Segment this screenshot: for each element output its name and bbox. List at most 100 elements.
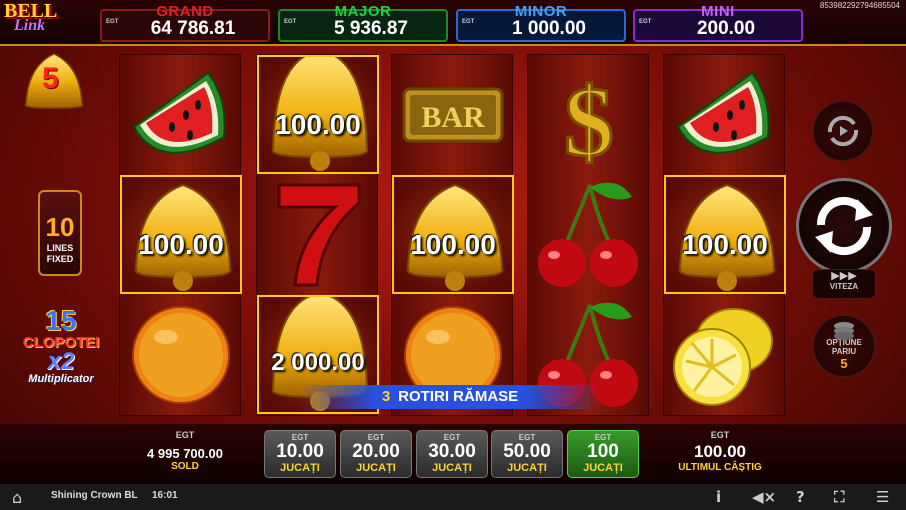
bet-options-button[interactable]: OPȚIUNE PARIU 5 — [812, 314, 876, 378]
last-win-label: ULTIMUL CÂȘTIG — [678, 462, 762, 473]
symbol-watermelon — [664, 55, 786, 174]
spin-button[interactable] — [796, 178, 892, 274]
remaining-spins-bar: 3 ROTIRI RĂMASE — [300, 385, 600, 409]
dollar-icon: $ — [563, 65, 616, 175]
last-win-egt-label: EGT — [710, 430, 730, 440]
jackpot-bar: BELL Link EGT GRAND 64 786.81 EGT MAJOR … — [0, 0, 906, 46]
bet-button-50[interactable]: EGT 50.00 JUCAȚI — [491, 430, 563, 478]
bet-button-20[interactable]: EGT 20.00 JUCAȚI — [340, 430, 412, 478]
speed-button[interactable]: ▶▶▶ VITEZA — [812, 269, 876, 299]
sound-muted-icon[interactable]: ◀× — [752, 488, 776, 506]
bar-label: BAR — [421, 101, 485, 134]
menu-icon[interactable]: ☰ — [876, 488, 889, 506]
game-logo: BELL Link — [4, 0, 64, 46]
balance-display: EGT 4 995 700.00 SOLD — [120, 430, 250, 472]
autoplay-button[interactable] — [812, 100, 874, 162]
remaining-spins-count: 3 — [381, 388, 391, 405]
lines-number: 10 — [45, 212, 75, 242]
bet-label: JUCAȚI — [356, 462, 396, 474]
bet-amount: 30.00 — [428, 441, 476, 462]
session-id: 853982292794685504 — [819, 1, 900, 10]
prize-value: 2 000.00 — [271, 349, 365, 376]
last-win-amount: 100.00 — [694, 442, 746, 461]
lines-label: LINES — [46, 243, 74, 253]
bet-options-value: 5 — [840, 356, 848, 371]
bet-options-label: PARIU — [831, 347, 857, 356]
symbol-bell-prize: 100.00 — [664, 175, 786, 294]
bet-button-100-active[interactable]: EGT 100 JUCAȚI — [567, 430, 639, 478]
bet-label: JUCAȚI — [280, 462, 320, 474]
game-stage: BELL Link EGT GRAND 64 786.81 EGT MAJOR … — [0, 0, 906, 510]
promo-multiplier: x2 — [47, 348, 75, 375]
info-icon[interactable]: i — [716, 488, 721, 506]
last-win-display: EGT 100.00 ULTIMUL CÂȘTIG — [660, 430, 780, 473]
jackpot-mini: EGT MINI 200.00 — [633, 3, 803, 42]
symbol-seven — [257, 175, 379, 294]
jackpot-value: 64 786.81 — [150, 18, 236, 39]
bet-amount: 20.00 — [352, 441, 400, 462]
promo-number: 15 — [45, 305, 77, 336]
balance-egt-label: EGT — [175, 430, 195, 440]
reel-3: BAR 100.00 — [391, 54, 514, 416]
symbol-bar: BAR — [392, 55, 514, 174]
bet-amount: 50.00 — [503, 441, 551, 462]
bet-label: JUCAȚI — [583, 462, 623, 474]
jackpot-minor: EGT MINOR 1 000.00 — [456, 3, 626, 42]
bet-amount: 100 — [587, 441, 619, 462]
fullscreen-icon[interactable]: ⛶ — [834, 488, 845, 506]
symbol-lemon — [664, 295, 786, 414]
help-icon[interactable]: ? — [796, 488, 805, 506]
autoplay-icon — [827, 115, 859, 147]
orange-icon — [132, 306, 230, 404]
balance-amount: 4 995 700.00 — [147, 446, 223, 461]
bell-counter-value: 5 — [42, 62, 59, 95]
jackpot-major: EGT MAJOR 5 936.87 — [278, 3, 448, 42]
watermelon-icon — [132, 71, 226, 154]
cherry-icon — [538, 182, 638, 287]
balance-label: SOLD — [171, 461, 199, 472]
bottom-panel: EGT 4 995 700.00 SOLD EGT 10.00 JUCAȚI E… — [0, 424, 906, 484]
prize-value: 100.00 — [410, 229, 496, 260]
lemon-icon — [673, 308, 773, 406]
coins-icon — [834, 322, 854, 340]
reel-4: $ — [527, 54, 649, 416]
remaining-spins-label: ROTIRI RĂMASE — [398, 388, 519, 405]
symbol-orange — [120, 295, 242, 414]
seven-icon — [277, 183, 361, 287]
symbol-watermelon — [120, 55, 242, 174]
bet-amount: 10.00 — [276, 441, 324, 462]
symbol-dollar: $ — [528, 55, 650, 175]
lines-fixed-indicator: 10 LINES FIXED — [38, 190, 82, 276]
home-icon[interactable]: ⌂ — [12, 488, 22, 507]
speed-label: VITEZA — [829, 282, 859, 291]
symbol-cherry — [528, 175, 650, 294]
symbol-bell-prize: 100.00 — [120, 175, 242, 294]
bet-button-10[interactable]: EGT 10.00 JUCAȚI — [264, 430, 336, 478]
bar-icon: BAR — [402, 87, 504, 143]
jackpot-value: 1 000.00 — [512, 18, 586, 39]
prize-value: 100.00 — [138, 229, 224, 260]
fixed-label: FIXED — [46, 254, 74, 264]
bet-button-30[interactable]: EGT 30.00 JUCAȚI — [416, 430, 488, 478]
reel-1: 100.00 — [119, 54, 242, 416]
footer-bar: ⌂ Shining Crown BL 16:01 i ◀× ? ⛶ ☰ — [0, 484, 906, 510]
bet-label: JUCAȚI — [432, 462, 472, 474]
svg-text:$: $ — [564, 66, 614, 174]
reel-5: 100.00 — [663, 54, 786, 416]
prize-value: 100.00 — [275, 109, 361, 140]
promo-sub: Multiplicator — [28, 373, 94, 385]
bell-counter: 5 — [6, 46, 96, 112]
jackpot-value: 200.00 — [696, 18, 756, 39]
watermelon-icon — [676, 71, 770, 154]
game-name: Shining Crown BL — [51, 490, 138, 501]
jackpot-value: 5 936.87 — [334, 18, 408, 39]
bet-label: JUCAȚI — [507, 462, 547, 474]
symbol-bell-prize: 100.00 — [392, 175, 514, 294]
fast-forward-icon: ▶▶▶ — [831, 269, 857, 282]
reel-2: 100.00 2 000.00 — [256, 54, 379, 416]
clock: 16:01 — [152, 490, 178, 501]
jackpot-grand: EGT GRAND 64 786.81 — [100, 3, 270, 42]
bonus-promo: 15 CLOPOTEI x2 Multiplicator — [8, 305, 114, 404]
symbol-bell-prize: 100.00 — [257, 55, 379, 174]
prize-value: 100.00 — [682, 229, 768, 260]
